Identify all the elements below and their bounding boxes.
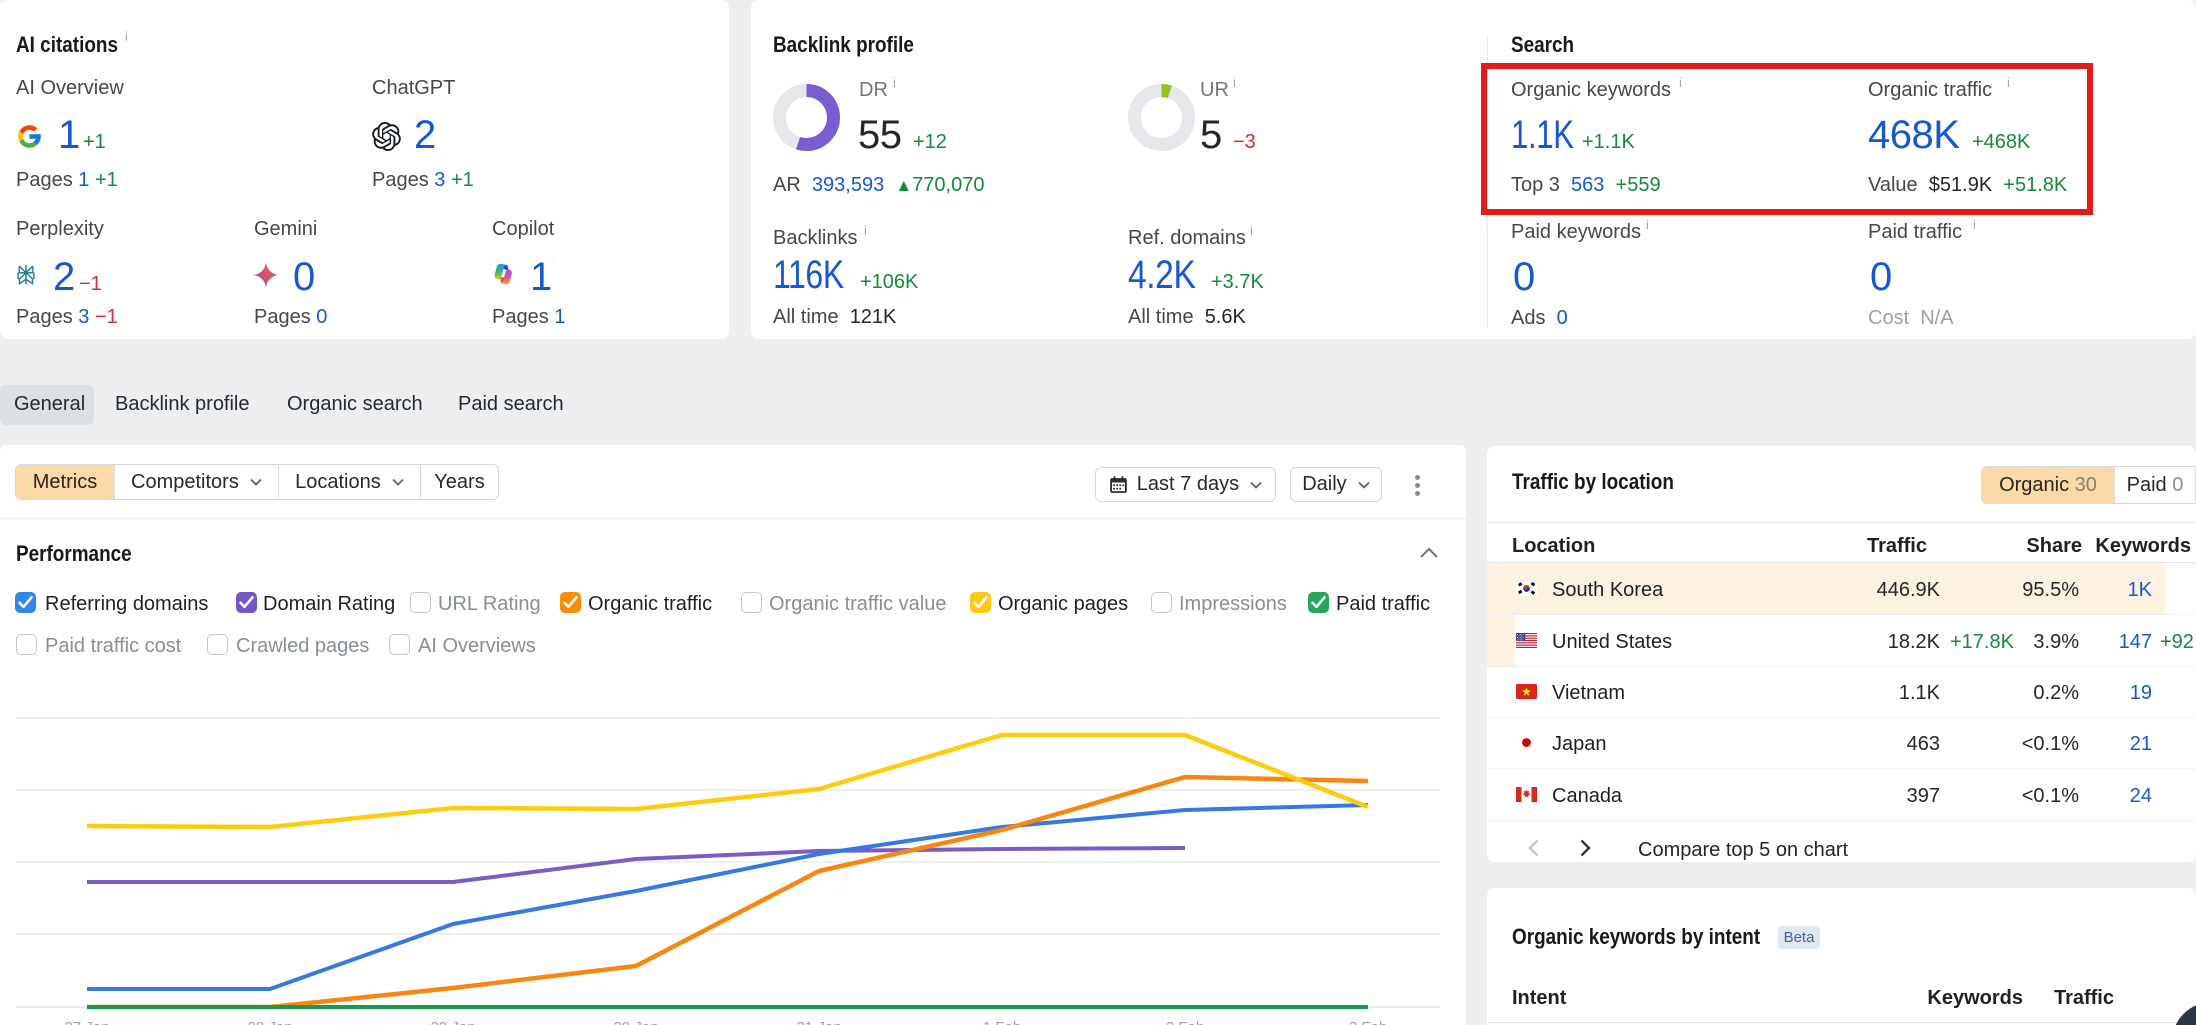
- svg-text:29 Jan: 29 Jan: [430, 1019, 475, 1025]
- svg-text:31 Jan: 31 Jan: [796, 1019, 841, 1025]
- svg-text:27 Jan: 27 Jan: [64, 1019, 109, 1025]
- svg-text:2 Feb: 2 Feb: [1166, 1019, 1204, 1025]
- svg-text:28 Jan: 28 Jan: [247, 1019, 292, 1025]
- svg-text:1 Feb: 1 Feb: [983, 1019, 1021, 1025]
- svg-text:30 Jan: 30 Jan: [613, 1019, 658, 1025]
- svg-text:3 Feb: 3 Feb: [1349, 1019, 1387, 1025]
